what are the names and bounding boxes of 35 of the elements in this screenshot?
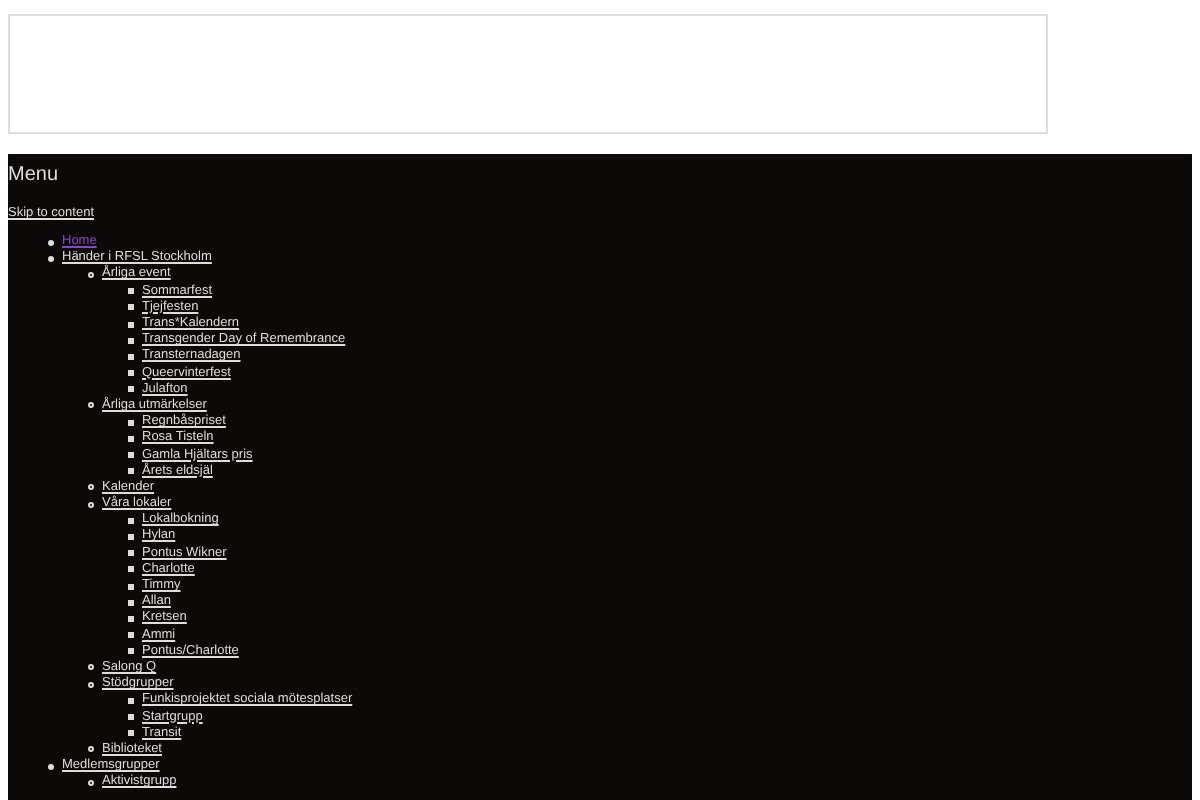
bullet-icon — [48, 239, 54, 246]
bullet-icon — [88, 664, 94, 671]
bullet-icon — [128, 566, 134, 573]
bullet-icon — [128, 321, 134, 328]
bullet-icon — [128, 714, 134, 721]
bullet-icon — [128, 730, 134, 737]
bullet-icon — [128, 550, 134, 557]
bullet-icon — [128, 533, 134, 540]
bullet-icon — [128, 468, 134, 475]
bullet-icon — [128, 419, 134, 426]
bullet-icon — [48, 255, 54, 262]
bullet-icon — [128, 517, 134, 524]
bullet-icon — [128, 337, 134, 344]
bullet-icon — [128, 288, 134, 295]
bullet-icon — [128, 697, 134, 704]
menu-title: Menu — [8, 164, 59, 186]
bullet-icon — [88, 484, 94, 491]
bullet-icon — [128, 599, 134, 606]
bullet-icon — [128, 353, 134, 360]
bullet-icon — [128, 304, 134, 311]
bullet-icon — [128, 632, 134, 639]
bullet-icon — [48, 763, 54, 770]
bullet-icon — [88, 402, 94, 409]
bullet-icon — [88, 779, 94, 786]
bullet-icon — [88, 746, 94, 753]
bullet-icon — [128, 386, 134, 393]
bullet-icon — [128, 583, 134, 590]
bullet-icon — [128, 615, 134, 622]
bullet-icon — [128, 648, 134, 655]
bullet-icon — [88, 271, 94, 278]
bullet-icon — [128, 452, 134, 459]
bullet-icon — [88, 501, 94, 508]
bullet-icon — [128, 435, 134, 442]
bullet-icon — [128, 370, 134, 377]
bullet-icon — [88, 681, 94, 688]
